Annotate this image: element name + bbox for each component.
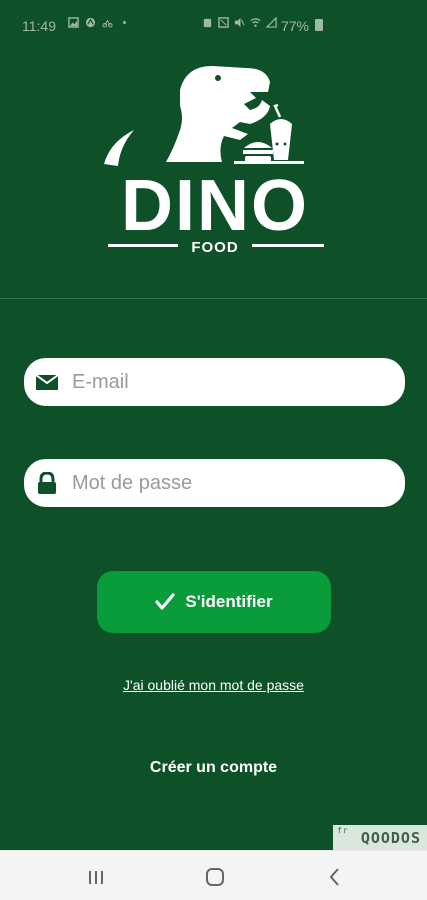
recent-apps-icon[interactable] [84,865,108,889]
create-account-link[interactable]: Créer un compte [0,759,427,777]
status-time: 11:49 [22,18,56,34]
qoodos-watermark: fr QOODOS [333,825,427,850]
back-icon[interactable] [323,865,347,889]
logo-brand-text: DINO [121,166,309,246]
system-icons [202,17,277,28]
forgot-password-link[interactable]: J'ai oublié mon mot de passe [0,677,427,693]
logo-subtitle-text: FOOD [191,239,238,256]
dot-icon [123,21,126,24]
login-button[interactable]: S'identifier [97,571,331,633]
password-input[interactable] [72,459,392,507]
dino-food-logo: DINO FOOD [104,66,324,256]
nfc-icon [218,17,229,28]
lock-icon [38,472,56,494]
battery-level: 77% [280,18,309,34]
password-field[interactable] [24,459,405,507]
mail-icon [36,374,58,390]
email-field[interactable] [24,358,405,406]
mute-icon [234,17,245,28]
system-nav-bar [0,850,427,900]
header-divider [0,298,427,299]
battery-icon [315,19,323,31]
app-notification-icon [85,17,96,28]
alarm-icon [203,18,212,28]
notification-icons [68,17,130,28]
signal-icon [266,17,277,28]
status-bar: 11:49 77% [0,0,427,50]
email-input[interactable] [72,358,392,406]
checkmark-icon [155,593,176,610]
logo-claw-accent [104,130,134,166]
logo-burger [243,142,273,162]
login-button-label: S'identifier [185,592,273,611]
image-notification-icon [68,17,79,28]
delivery-notification-icon [102,19,113,28]
logo-drink [270,103,292,160]
home-icon[interactable] [203,865,227,889]
watermark-text: QOODOS [360,828,421,847]
wifi-icon [250,18,261,27]
watermark-prefix: fr [337,826,349,835]
